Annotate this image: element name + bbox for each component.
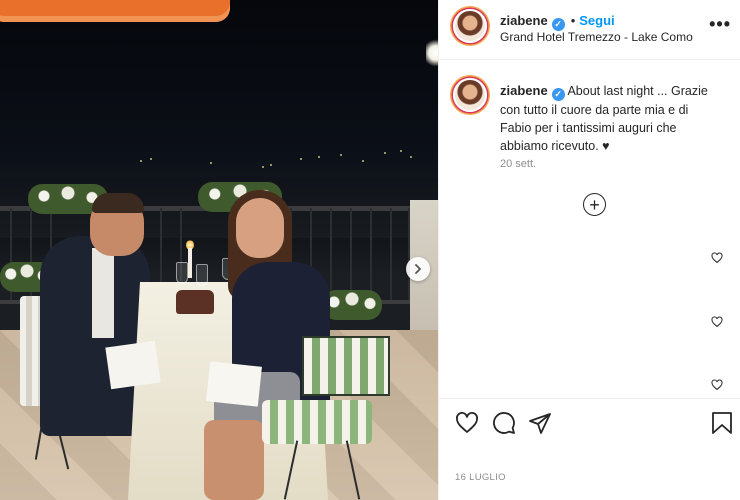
separator-dot: • <box>570 13 576 28</box>
lamp-glow <box>426 38 438 68</box>
post-side-panel: ziabene ✓ • Segui Grand Hotel Tremezzo - La… <box>438 0 740 500</box>
comment-like-heart-icon[interactable] <box>711 316 723 328</box>
comment-like-heart-icon[interactable] <box>711 379 723 391</box>
post-caption: ziabene ✓ About last night ... Grazie con… <box>500 82 722 155</box>
comment-like-heart-icon[interactable] <box>711 252 723 264</box>
post-actions-bar <box>439 398 740 454</box>
username-link[interactable]: ziabene <box>500 13 548 28</box>
caption-avatar[interactable] <box>453 78 487 112</box>
heart-icon[interactable] <box>455 411 479 435</box>
post-header: ziabene ✓ • Segui Grand Hotel Tremezzo - La… <box>439 0 740 60</box>
striped-chair <box>302 336 390 396</box>
verified-badge-icon: ✓ <box>551 88 565 101</box>
chevron-right-icon <box>415 264 421 274</box>
more-options-icon[interactable]: ••• <box>709 14 731 35</box>
caption-username-link[interactable]: ziabene <box>500 83 548 98</box>
cake <box>176 290 214 314</box>
candle <box>188 248 192 278</box>
comment-icon[interactable] <box>492 411 516 435</box>
post-photo[interactable] <box>0 0 438 500</box>
avatar[interactable] <box>453 9 487 43</box>
location-link[interactable]: Grand Hotel Tremezzo - Lake Como <box>500 30 693 44</box>
bookmark-icon[interactable] <box>711 411 733 435</box>
follow-button[interactable]: Segui <box>579 13 614 28</box>
awning <box>0 0 230 22</box>
send-icon[interactable] <box>528 411 552 435</box>
load-more-comments-button[interactable]: + <box>583 193 606 216</box>
post-date: 16 LUGLIO <box>455 472 506 483</box>
shore-lights <box>0 140 438 180</box>
flower-planter <box>322 290 382 320</box>
next-photo-button[interactable] <box>406 257 430 281</box>
caption-time: 20 sett. <box>500 158 537 170</box>
